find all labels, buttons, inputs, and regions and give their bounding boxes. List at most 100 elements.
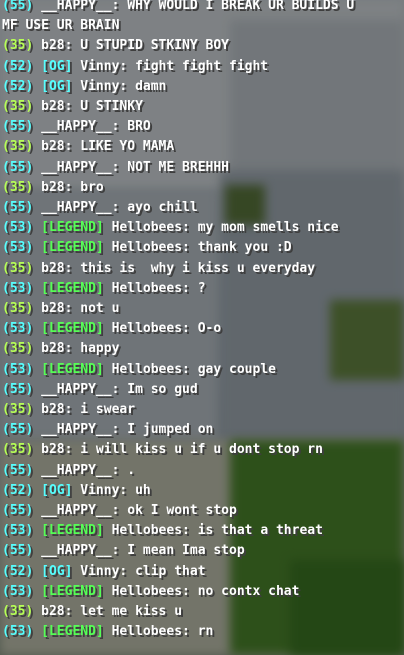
chat-rank-tag: [LEGEND] bbox=[41, 624, 104, 639]
chat-level-tag: (35) bbox=[2, 99, 34, 114]
chat-message: I jumped on bbox=[127, 422, 214, 437]
chat-line: (52) [OG] Vinny: damn bbox=[0, 77, 166, 97]
chat-player-name: b28: bbox=[41, 341, 73, 356]
chat-player-name: Hellobees: bbox=[111, 321, 190, 336]
chat-level-tag: (53) bbox=[2, 624, 34, 639]
chat-player-name: __HAPPY__: bbox=[41, 463, 120, 478]
chat-line: (53) [LEGEND] Hellobees: thank you :D bbox=[0, 238, 292, 258]
chat-player-name: __HAPPY__: bbox=[41, 160, 120, 175]
chat-rank-tag: [LEGEND] bbox=[41, 523, 104, 538]
chat-message: this is why i kiss u everyday bbox=[80, 261, 316, 276]
chat-level-tag: (53) bbox=[2, 362, 34, 377]
chat-line: (55) __HAPPY__: I jumped on bbox=[0, 420, 213, 440]
chat-level-tag: (52) bbox=[2, 59, 34, 74]
chat-level-tag: (52) bbox=[2, 483, 34, 498]
chat-message: thank you :D bbox=[197, 240, 292, 255]
chat-message: is that a threat bbox=[197, 523, 323, 538]
chat-line: (55) __HAPPY__: WHY WOULD I BREAK UR BUI… bbox=[0, 0, 354, 16]
chat-rank-tag: [OG] bbox=[41, 564, 73, 579]
chat-line: (55) __HAPPY__: ayo chill bbox=[0, 198, 198, 218]
chat-player-name: b28: bbox=[41, 99, 73, 114]
chat-level-tag: (53) bbox=[2, 523, 34, 538]
chat-level-tag: (52) bbox=[2, 79, 34, 94]
chat-message: uh bbox=[135, 483, 151, 498]
chat-level-tag: (53) bbox=[2, 584, 34, 599]
chat-player-name: __HAPPY__: bbox=[41, 503, 120, 518]
chat-line: (35) b28: this is why i kiss u everyday bbox=[0, 259, 315, 279]
chat-message: clip that bbox=[135, 564, 206, 579]
chat-level-tag: (55) bbox=[2, 200, 34, 215]
chat-player-name: b28: bbox=[41, 402, 73, 417]
chat-player-name: b28: bbox=[41, 604, 73, 619]
chat-line: (35) b28: i will kiss u if u dont stop r… bbox=[0, 440, 323, 460]
chat-message: ? bbox=[197, 281, 206, 296]
chat-rank-tag: [OG] bbox=[41, 79, 73, 94]
chat-line: (55) __HAPPY__: ok I wont stop bbox=[0, 501, 237, 521]
chat-level-tag: (53) bbox=[2, 220, 34, 235]
chat-message: damn bbox=[135, 79, 167, 94]
chat-line: (35) b28: let me kiss u bbox=[0, 602, 182, 622]
chat-message: my mom smells nice bbox=[197, 220, 339, 235]
chat-message: O-o bbox=[197, 321, 222, 336]
chat-line: (53) [LEGEND] Hellobees: rn bbox=[0, 622, 213, 642]
chat-player-name: Hellobees: bbox=[111, 523, 190, 538]
chat-player-name: b28: bbox=[41, 180, 73, 195]
chat-player-name: Hellobees: bbox=[111, 584, 190, 599]
chat-rank-tag: [OG] bbox=[41, 483, 73, 498]
chat-level-tag: (55) bbox=[2, 422, 34, 437]
chat-rank-tag: [LEGEND] bbox=[41, 321, 104, 336]
chat-line: (53) [LEGEND] Hellobees: gay couple bbox=[0, 360, 276, 380]
chat-level-tag: (35) bbox=[2, 604, 34, 619]
chat-level-tag: (55) bbox=[2, 119, 34, 134]
chat-line: (35) b28: U STINKY bbox=[0, 97, 143, 117]
chat-player-name: Vinny: bbox=[80, 483, 128, 498]
chat-level-tag: (53) bbox=[2, 281, 34, 296]
chat-player-name: b28: bbox=[41, 442, 73, 457]
chat-message: BRO bbox=[127, 119, 151, 134]
chat-rank-tag: [LEGEND] bbox=[41, 584, 104, 599]
chat-message: U STUPID STKINY BOY bbox=[80, 38, 229, 53]
chat-panel: (55) __HAPPY__: WHY WOULD I BREAK UR BUI… bbox=[0, 0, 404, 655]
chat-line: (53) [LEGEND] Hellobees: no contx chat bbox=[0, 582, 299, 602]
chat-level-tag: (55) bbox=[2, 543, 34, 558]
chat-player-name: Hellobees: bbox=[111, 362, 190, 377]
chat-player-name: __HAPPY__: bbox=[41, 382, 120, 397]
chat-line: (55) __HAPPY__: Im so gud bbox=[0, 380, 198, 400]
chat-rank-tag: [LEGEND] bbox=[41, 240, 104, 255]
chat-level-tag: (55) bbox=[2, 503, 34, 518]
chat-level-tag: (53) bbox=[2, 321, 34, 336]
chat-line: (53) [LEGEND] Hellobees: O-o bbox=[0, 319, 221, 339]
chat-level-tag: (35) bbox=[2, 261, 34, 276]
chat-line: MF USE UR BRAIN bbox=[0, 16, 119, 36]
chat-message: rn bbox=[197, 624, 214, 639]
chat-player-name: __HAPPY__: bbox=[41, 200, 120, 215]
chat-message: no contx chat bbox=[197, 584, 300, 599]
chat-player-name: Hellobees: bbox=[111, 624, 190, 639]
chat-message: fight fight fight bbox=[135, 59, 269, 74]
chat-level-tag: (35) bbox=[2, 341, 34, 356]
chat-line: (53) [LEGEND] Hellobees: my mom smells n… bbox=[0, 218, 339, 238]
chat-level-tag: (55) bbox=[2, 382, 34, 397]
chat-player-name: __HAPPY__: bbox=[41, 543, 120, 558]
chat-line: (53) [LEGEND] Hellobees: is that a threa… bbox=[0, 521, 323, 541]
chat-message: . bbox=[127, 463, 136, 478]
chat-line: (52) [OG] Vinny: clip that bbox=[0, 562, 206, 582]
chat-player-name: __HAPPY__: bbox=[41, 422, 120, 437]
chat-rank-tag: [LEGEND] bbox=[41, 362, 104, 377]
chat-player-name: Vinny: bbox=[80, 79, 128, 94]
chat-player-name: b28: bbox=[41, 261, 73, 276]
chat-player-name: __HAPPY__: bbox=[41, 119, 120, 134]
chat-player-name: __HAPPY__: bbox=[41, 0, 120, 13]
chat-line: (55) __HAPPY__: NOT ME BREHHH bbox=[0, 158, 229, 178]
chat-line: (55) __HAPPY__: I mean Ima stop bbox=[0, 541, 245, 561]
chat-line: (35) b28: LIKE YO MAMA bbox=[0, 137, 174, 157]
chat-level-tag: (35) bbox=[2, 442, 34, 457]
chat-line: (35) b28: bro bbox=[0, 178, 104, 198]
chat-message: ok I wont stop bbox=[127, 503, 237, 518]
chat-message: LIKE YO MAMA bbox=[80, 139, 175, 154]
chat-line: (55) __HAPPY__: BRO bbox=[0, 117, 151, 137]
chat-player-name: Vinny: bbox=[80, 564, 128, 579]
chat-level-tag: (55) bbox=[2, 160, 34, 175]
chat-message: i will kiss u if u dont stop rn bbox=[80, 442, 323, 457]
chat-player-name: b28: bbox=[41, 301, 73, 316]
